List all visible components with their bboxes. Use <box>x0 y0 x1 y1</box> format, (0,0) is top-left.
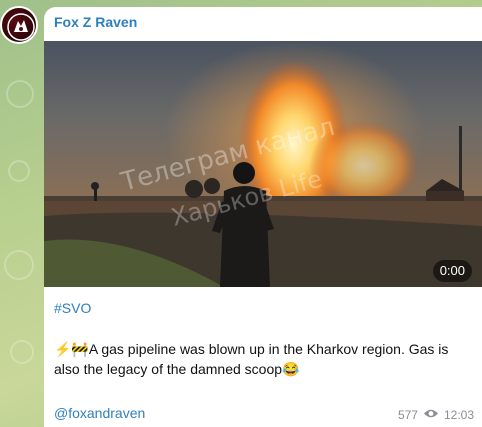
wallpaper-pattern <box>6 80 34 108</box>
message-bubble[interactable]: Fox Z Raven Телеграм канал Харьков Life … <box>44 7 482 427</box>
message-time: 12:03 <box>443 408 474 422</box>
eye-icon <box>423 408 439 422</box>
lightning-construction-emoji: ⚡🚧 <box>54 341 89 357</box>
video-duration-badge: 0:00 <box>432 260 472 282</box>
channel-name[interactable]: Fox Z Raven <box>54 14 137 30</box>
fox-raven-avatar-icon <box>7 13 35 41</box>
view-count: 577 <box>397 408 418 422</box>
channel-avatar[interactable] <box>0 6 38 44</box>
wallpaper-pattern <box>4 250 34 280</box>
post-body-text: A gas pipeline was blown up in the Khark… <box>54 341 449 377</box>
hashtag-link[interactable]: #SVO <box>54 300 91 316</box>
video-thumbnail: Телеграм канал Харьков Life <box>44 41 482 287</box>
video-player[interactable]: Телеграм канал Харьков Life 0:00 <box>44 41 482 287</box>
message-meta: 577 12:03 <box>398 408 474 422</box>
wallpaper-pattern <box>8 160 30 182</box>
laughing-emoji: 😂 <box>282 361 300 377</box>
wallpaper-pattern <box>10 340 34 364</box>
post-text: ⚡🚧A gas pipeline was blown up in the Kha… <box>54 339 474 379</box>
channel-handle-link[interactable]: @foxandraven <box>54 405 145 421</box>
